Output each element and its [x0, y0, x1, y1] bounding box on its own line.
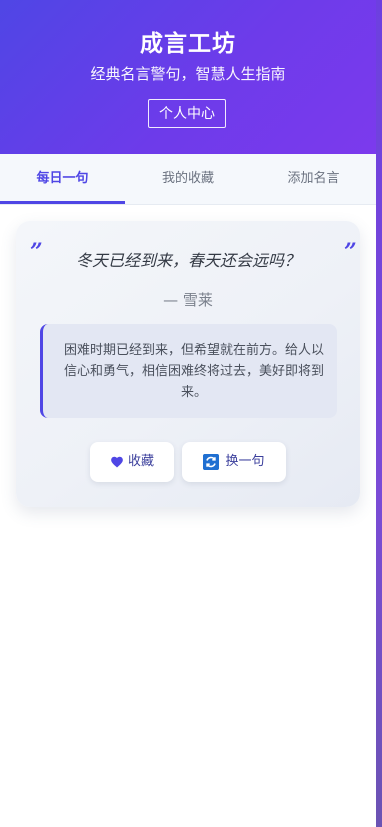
app-root: 成言工坊 经典名言警句，智慧人生指南 个人中心 每日一句 我的收藏 添加名言 ”…	[0, 0, 376, 827]
window-edge-strip	[376, 0, 382, 827]
next-quote-button-label: 换一句	[225, 454, 265, 469]
tab-add-quote[interactable]: 添加名言	[251, 154, 376, 204]
quote-explanation: 困难时期已经到来，但希望就在前方。给人以信心和勇气，相信困难终将过去，美好即将到…	[63, 343, 324, 400]
active-tab-indicator	[0, 201, 125, 204]
close-quote-mark: ”	[344, 239, 357, 265]
tab-daily-quote[interactable]: 每日一句	[0, 154, 125, 204]
quote-author: — 雪莱	[163, 291, 213, 309]
heart-icon	[111, 456, 123, 468]
app-subtitle: 经典名言警句，智慧人生指南	[90, 65, 286, 83]
quote-text: 冬天已经到来，春天还会远吗？	[75, 251, 300, 270]
tab-bar: 每日一句 我的收藏 添加名言	[0, 154, 376, 205]
app-title: 成言工坊	[140, 31, 236, 57]
open-quote-mark: ”	[30, 239, 43, 265]
quote-card: ” ” 冬天已经到来，春天还会远吗？ — 雪莱 困难时期已经到来，但希望就在前方…	[16, 221, 360, 507]
app-header: 成言工坊 经典名言警句，智慧人生指南 个人中心	[0, 0, 376, 154]
profile-button[interactable]: 个人中心	[148, 99, 226, 128]
favorite-button[interactable]: 收藏	[90, 442, 174, 482]
refresh-icon	[203, 454, 220, 470]
favorite-button-label: 收藏	[127, 454, 154, 469]
quote-explanation-box: 困难时期已经到来，但希望就在前方。给人以信心和勇气，相信困难终将过去，美好即将到…	[40, 324, 337, 418]
next-quote-button[interactable]: 换一句	[182, 442, 286, 482]
tab-favorites[interactable]: 我的收藏	[125, 154, 251, 204]
